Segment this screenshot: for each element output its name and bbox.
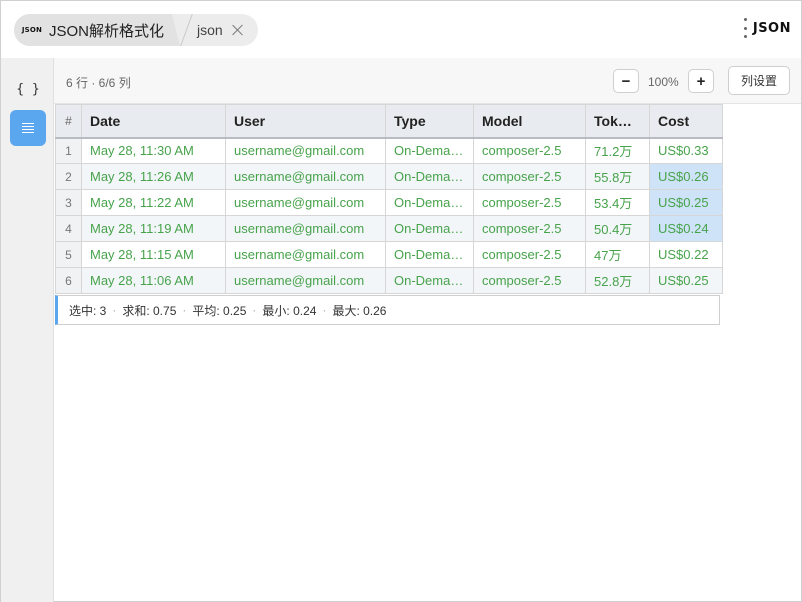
row-index[interactable]: 2 [55, 163, 82, 190]
status-item: 最小: 0.24 [262, 303, 317, 318]
cell-cost[interactable]: US$0.33 [649, 137, 723, 164]
table-row[interactable]: 3 May 28, 11:22 AM username@gmail.com On-De… [55, 189, 723, 216]
brand-text: JSON [752, 20, 791, 36]
status-separator: · [112, 303, 117, 317]
status-item: 选中: 3 [69, 303, 107, 318]
cell-tokens[interactable]: 47万 [585, 241, 650, 268]
cell-date[interactable]: May 28, 11:15 AM [81, 241, 226, 268]
cell-user[interactable]: username@gmail.com [225, 163, 386, 190]
cell-user[interactable]: username@gmail.com [225, 267, 386, 294]
cell-user[interactable]: username@gmail.com [225, 137, 386, 164]
left-sidebar: { } [1, 58, 54, 602]
cell-type[interactable]: On-Dema… [385, 163, 474, 190]
cell-model[interactable]: composer-2.5 [473, 163, 586, 190]
cell-date[interactable]: May 28, 11:19 AM [81, 215, 226, 242]
table-toolbar: 6 行 · 6/6 列 − 100% + 列设置 [54, 58, 801, 104]
selection-status-bar: 选中: 3 · 求和: 0.75 · 平均: 0.25 · 最小: 0.24 · 最大: 0.2… [55, 295, 720, 325]
cell-user[interactable]: username@gmail.com [225, 215, 386, 242]
brand-logo: JSON [743, 18, 791, 38]
zoom-in-button[interactable]: + [688, 69, 714, 93]
cell-cost[interactable]: US$0.26 [649, 163, 723, 190]
tab-json-label: json [197, 22, 223, 38]
row-index[interactable]: 6 [55, 267, 82, 294]
status-item: 求和: 0.75 [122, 303, 177, 318]
cell-type[interactable]: On-Dema… [385, 241, 474, 268]
cell-tokens[interactable]: 52.8万 [585, 267, 650, 294]
row-index[interactable]: 4 [55, 215, 82, 242]
close-icon[interactable] [232, 24, 244, 36]
zoom-out-button[interactable]: − [613, 69, 639, 93]
app-window: JSON JSON解析格式化 json JSON { } 6 行 · 6/6 列… [0, 0, 802, 602]
row-index[interactable]: 3 [55, 189, 82, 216]
cell-date[interactable]: May 28, 11:26 AM [81, 163, 226, 190]
cell-tokens[interactable]: 53.4万 [585, 189, 650, 216]
table-icon [22, 122, 34, 134]
tab-divider [180, 14, 193, 46]
cell-type[interactable]: On-Dema… [385, 137, 474, 164]
status-item: 最大: 0.26 [332, 303, 387, 318]
column-header-user[interactable]: User [225, 104, 386, 139]
cell-model[interactable]: composer-2.5 [473, 267, 586, 294]
status-item: 平均: 0.25 [192, 303, 247, 318]
tab-strip: JSON JSON解析格式化 json [14, 14, 258, 46]
cell-type[interactable]: On-Dema… [385, 215, 474, 242]
cell-model[interactable]: composer-2.5 [473, 137, 586, 164]
json-view-button[interactable]: { } [10, 71, 46, 107]
cell-type[interactable]: On-Dema… [385, 267, 474, 294]
cell-date[interactable]: May 28, 11:06 AM [81, 267, 226, 294]
cell-cost[interactable]: US$0.22 [649, 241, 723, 268]
row-column-info: 6 行 · 6/6 列 [66, 76, 131, 90]
cell-model[interactable]: composer-2.5 [473, 189, 586, 216]
column-header-tokens[interactable]: Tok… [585, 104, 650, 139]
cell-date[interactable]: May 28, 11:30 AM [81, 137, 226, 164]
tab-json-formatter[interactable]: JSON JSON解析格式化 [14, 14, 181, 46]
cell-user[interactable]: username@gmail.com [225, 189, 386, 216]
status-separator: · [182, 303, 187, 317]
vertical-dots-icon[interactable] [743, 18, 747, 38]
column-header-date[interactable]: Date [81, 104, 226, 139]
cell-cost[interactable]: US$0.25 [649, 189, 723, 216]
top-bar: JSON JSON解析格式化 json JSON [1, 1, 801, 58]
table-body: 1 May 28, 11:30 AM username@gmail.com On-De… [55, 137, 723, 294]
json-logo-icon: JSON [20, 20, 44, 40]
table-header-row: # Date User Type Model Tok… Cost [55, 104, 723, 139]
cell-date[interactable]: May 28, 11:22 AM [81, 189, 226, 216]
table-row[interactable]: 1 May 28, 11:30 AM username@gmail.com On-De… [55, 137, 723, 164]
table-row[interactable]: 6 May 28, 11:06 AM username@gmail.com On-De… [55, 267, 723, 294]
table-row[interactable]: 4 May 28, 11:19 AM username@gmail.com On-De… [55, 215, 723, 242]
cell-user[interactable]: username@gmail.com [225, 241, 386, 268]
row-index[interactable]: 5 [55, 241, 82, 268]
cell-tokens[interactable]: 55.8万 [585, 163, 650, 190]
cell-tokens[interactable]: 50.4万 [585, 215, 650, 242]
row-index[interactable]: 1 [55, 137, 82, 164]
table-row[interactable]: 5 May 28, 11:15 AM username@gmail.com On-De… [55, 241, 723, 268]
table-view-button[interactable] [10, 110, 46, 146]
tab-json[interactable]: json [197, 14, 244, 46]
column-header-type[interactable]: Type [385, 104, 474, 139]
cell-cost[interactable]: US$0.24 [649, 215, 723, 242]
cell-model[interactable]: composer-2.5 [473, 215, 586, 242]
tab-main-label: JSON解析格式化 [49, 22, 165, 40]
cell-cost[interactable]: US$0.25 [649, 267, 723, 294]
column-header-cost[interactable]: Cost [649, 104, 723, 139]
status-separator: · [252, 303, 257, 317]
column-settings-button[interactable]: 列设置 [728, 66, 790, 95]
cell-type[interactable]: On-Dema… [385, 189, 474, 216]
cell-model[interactable]: composer-2.5 [473, 241, 586, 268]
column-header-model[interactable]: Model [473, 104, 586, 139]
table-row[interactable]: 2 May 28, 11:26 AM username@gmail.com On-De… [55, 163, 723, 190]
braces-icon: { } [16, 81, 40, 97]
column-header-index[interactable]: # [55, 104, 82, 139]
zoom-level: 100% [648, 75, 679, 89]
cell-tokens[interactable]: 71.2万 [585, 137, 650, 164]
status-separator: · [322, 303, 327, 317]
data-table: # Date User Type Model Tok… Cost 1 May 28… [55, 104, 723, 294]
